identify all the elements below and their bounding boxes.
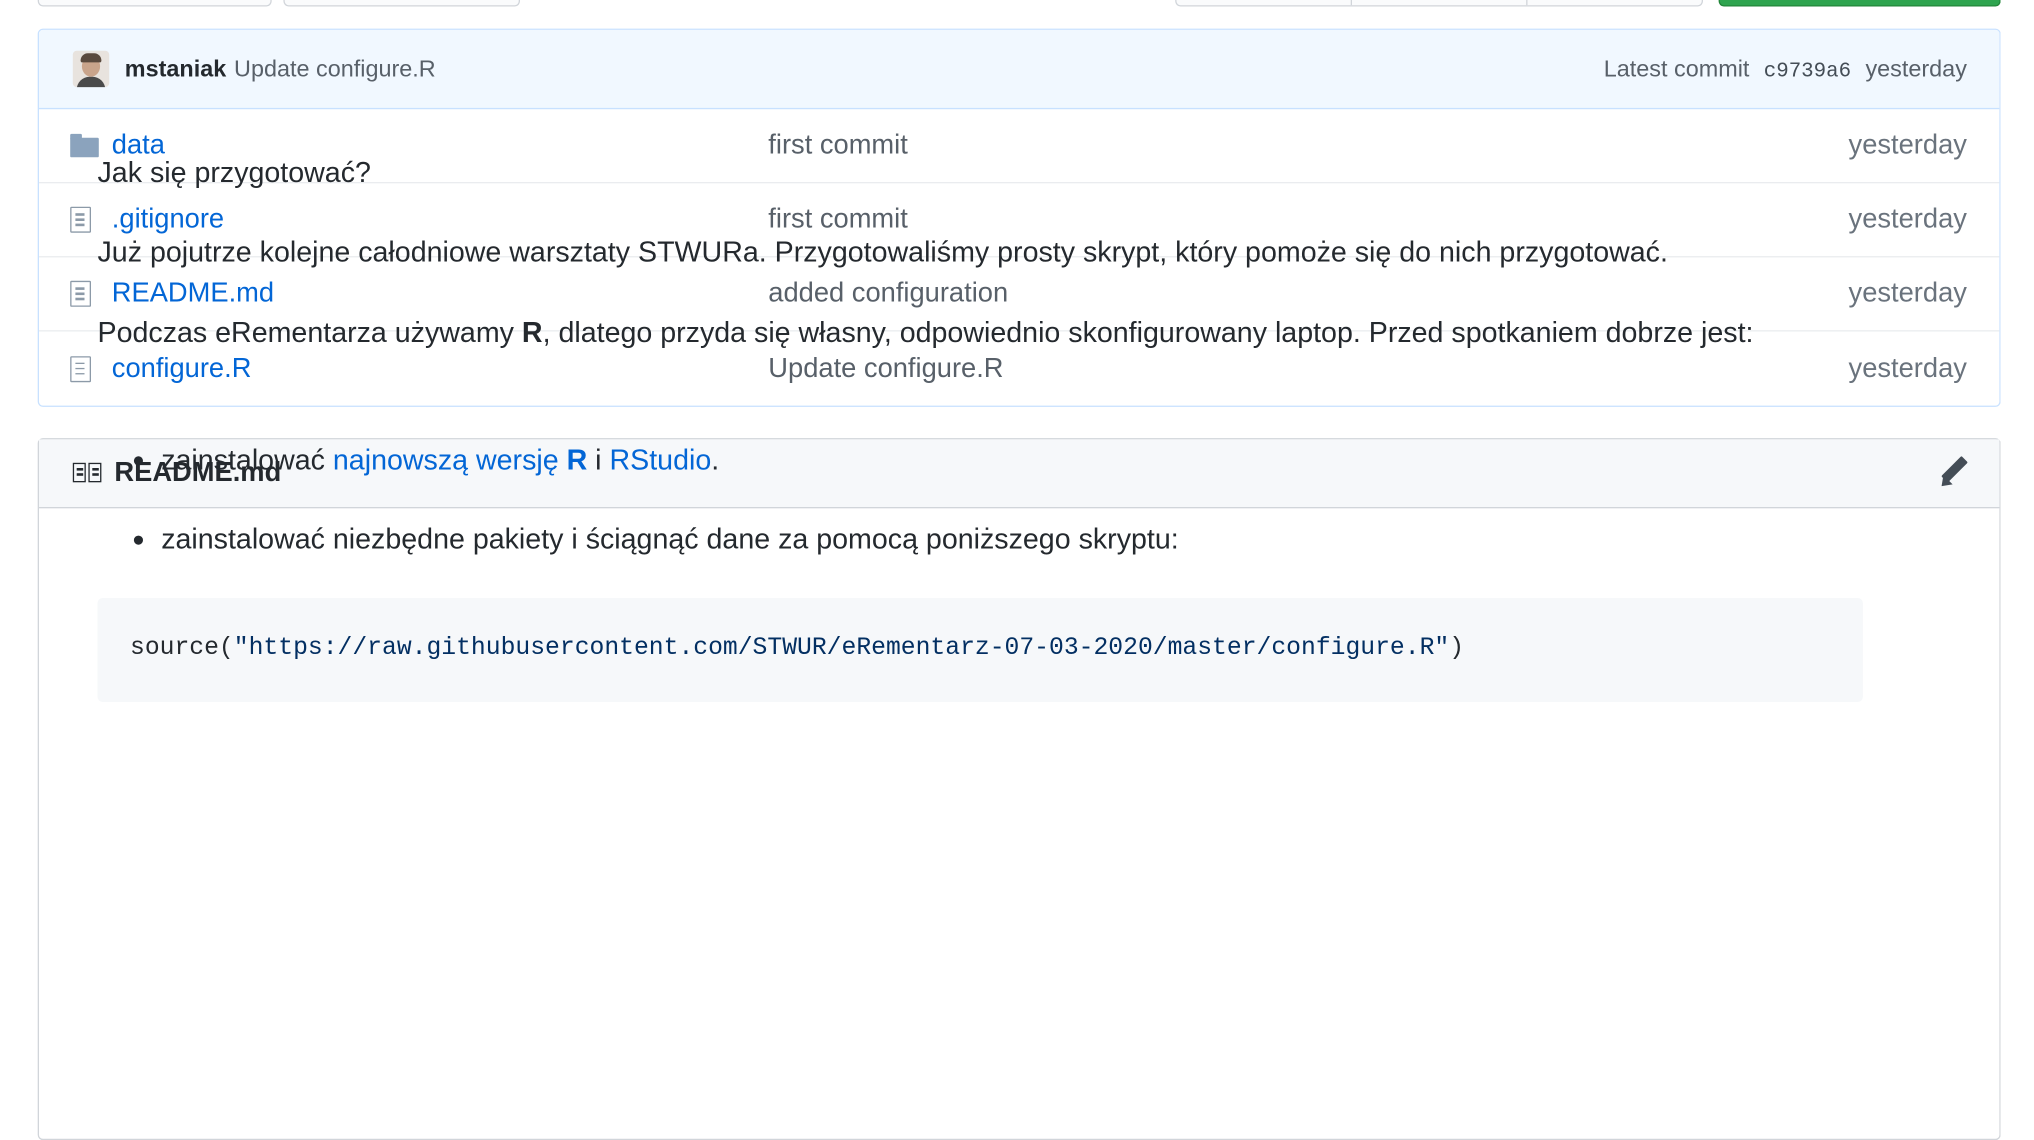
code-block[interactable]: source("https://raw.githubusercontent.co…	[97, 598, 1863, 702]
find-file-button[interactable]	[1528, 0, 1702, 5]
file-icon	[70, 280, 99, 307]
readme-paragraph-1: Już pojutrze kolejne całodniowe warsztat…	[97, 235, 1668, 268]
file-age: yesterday	[1848, 278, 1967, 309]
file-commit-message[interactable]: first commit	[768, 130, 1848, 161]
commit-author[interactable]: mstaniak	[125, 55, 226, 82]
avatar[interactable]	[72, 50, 110, 88]
file-age: yesterday	[1848, 352, 1967, 383]
list-item: zainstalować niezbędne pakiety i ściągną…	[98, 515, 1179, 563]
readme-paragraph-2: Podczas eRementarza używamy R, dlatego p…	[97, 315, 1754, 349]
file-commit-message[interactable]: added configuration	[768, 278, 1848, 309]
folder-icon	[70, 133, 99, 158]
file-age: yesterday	[1848, 204, 1967, 234]
create-file-button[interactable]	[1177, 0, 1352, 6]
file-actions-group	[1175, 0, 1703, 7]
file-commit-message[interactable]: Update configure.R	[768, 353, 1848, 384]
rstudio-link[interactable]: RStudio	[609, 443, 711, 476]
file-icon	[70, 206, 99, 233]
repo-page: mstaniak Update configure.R Latest commi…	[0, 0, 2033, 1140]
r-download-link[interactable]: najnowszą wersję R	[333, 443, 587, 476]
latest-commit-label: Latest commit	[1603, 55, 1750, 82]
commit-age: yesterday	[1865, 55, 1967, 82]
file-age: yesterday	[1848, 130, 1967, 160]
file-name[interactable]: README.md	[112, 278, 769, 309]
clone-download-button[interactable]	[1718, 0, 2001, 7]
file-name[interactable]: configure.R	[112, 353, 769, 384]
pencil-icon[interactable]	[1937, 458, 1968, 489]
readme-heading: Jak się przygotować?	[97, 156, 371, 189]
code-line: source("https://raw.githubusercontent.co…	[130, 633, 1465, 662]
list-item: zainstalować najnowszą wersję R i RStudi…	[98, 435, 719, 483]
branch-button[interactable]	[37, 0, 272, 7]
upload-files-button[interactable]	[1352, 0, 1528, 6]
commit-message[interactable]: Update configure.R	[234, 55, 436, 82]
latest-commit-bar: mstaniak Update configure.R Latest commi…	[39, 29, 2000, 110]
latest-commit-info: Latest commit c9739a6 yesterday	[1604, 55, 1967, 82]
commit-sha[interactable]: c9739a6	[1764, 59, 1851, 82]
new-pull-request-button[interactable]	[283, 0, 520, 7]
file-icon	[70, 355, 99, 382]
